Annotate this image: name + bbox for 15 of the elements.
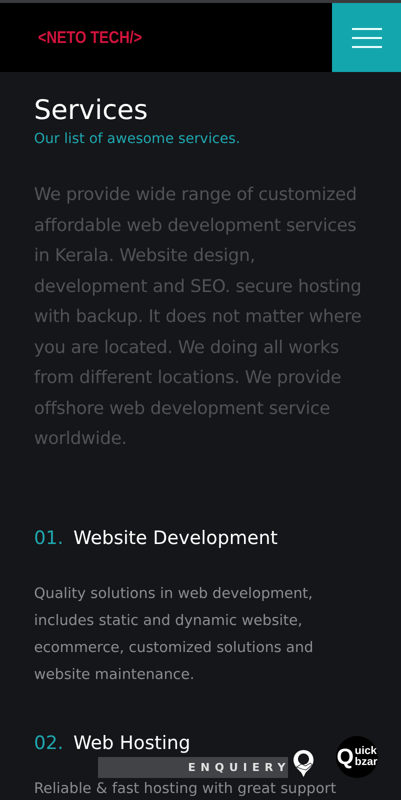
section-subtitle: Our list of awesome services. — [34, 130, 242, 148]
service-number: 01. — [34, 526, 64, 550]
badge-text: uick bzar — [354, 746, 378, 768]
logo[interactable]: <NETO TECH/> — [38, 28, 142, 48]
service-title: Web Hosting — [73, 732, 190, 756]
section-title: Services — [34, 95, 149, 127]
intro-paragraph: We provide wide range of customized affordable web development services in Kerala. Website design, development and SEO. secure hosting with backup. It does not matter where you are located. We doing all works from different locations. We provide offshore web development service worldwide. — [34, 184, 363, 451]
badge-letter: Q — [336, 744, 354, 770]
service-title: Website Development — [73, 526, 278, 550]
service-description: Quality solutions in web development, includes static and dynamic website, ecommerce, customized solutions and website maintenance. — [34, 584, 314, 684]
enquiry-button[interactable]: ENQUIERY — [98, 757, 288, 778]
menu-button[interactable] — [332, 3, 401, 72]
service-description: Reliable & fast hosting with great support — [34, 780, 338, 798]
menu-icon — [352, 26, 382, 48]
service-number: 02. — [34, 732, 64, 756]
